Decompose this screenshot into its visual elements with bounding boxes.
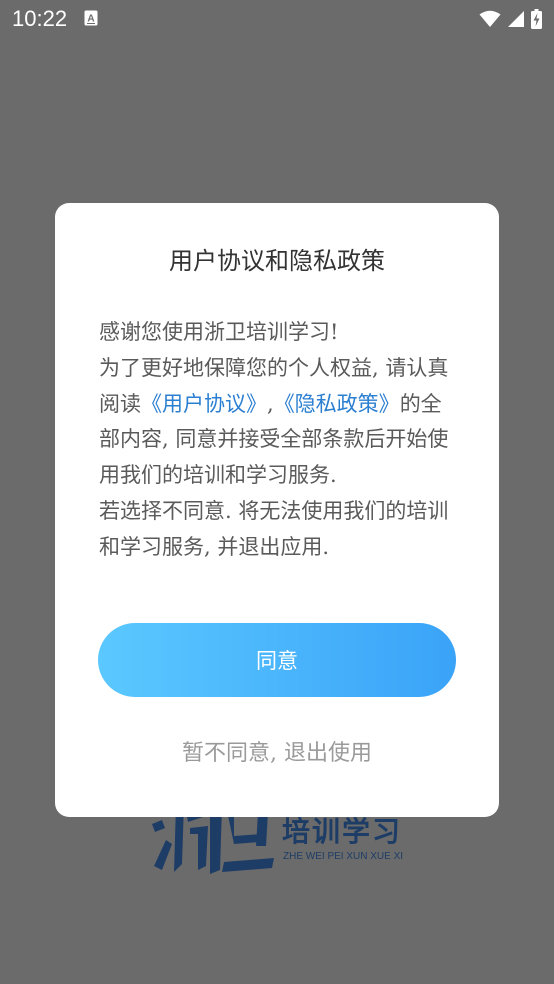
cellular-signal-icon bbox=[508, 11, 524, 27]
battery-charging-icon bbox=[531, 9, 542, 29]
privacy-dialog: 用户协议和隐私政策 感谢您使用浙卫培训学习! 为了更好地保障您的个人权益, 请认真… bbox=[55, 203, 499, 817]
status-icons bbox=[479, 8, 542, 30]
greeting-text: 感谢您使用浙卫培训学习! bbox=[99, 320, 339, 344]
link-separator: , bbox=[267, 391, 274, 416]
agree-button[interactable]: 同意 bbox=[98, 623, 456, 697]
dialog-body: 感谢您使用浙卫培训学习! 为了更好地保障您的个人权益, 请认真阅读《用户协议》,《… bbox=[99, 315, 455, 566]
privacy-policy-link[interactable]: 《隐私政策》 bbox=[274, 392, 400, 416]
user-agreement-link[interactable]: 《用户协议》 bbox=[141, 392, 267, 416]
wifi-icon bbox=[479, 10, 501, 27]
status-time: 10:22 bbox=[12, 6, 68, 31]
dialog-title: 用户协议和隐私政策 bbox=[169, 247, 385, 275]
decline-exit-button[interactable]: 暂不同意, 退出使用 bbox=[55, 733, 499, 769]
svg-text:A: A bbox=[87, 14, 94, 25]
status-bar: 10:22 A bbox=[0, 0, 554, 40]
app-logo-subtitle: ZHE WEI PEI XUN XUE XI bbox=[283, 851, 404, 862]
text-notification-icon: A bbox=[84, 10, 98, 26]
decline-note-text: 若选择不同意. 将无法使用我们的培训和学习服务, 并退出应用. bbox=[99, 498, 449, 559]
